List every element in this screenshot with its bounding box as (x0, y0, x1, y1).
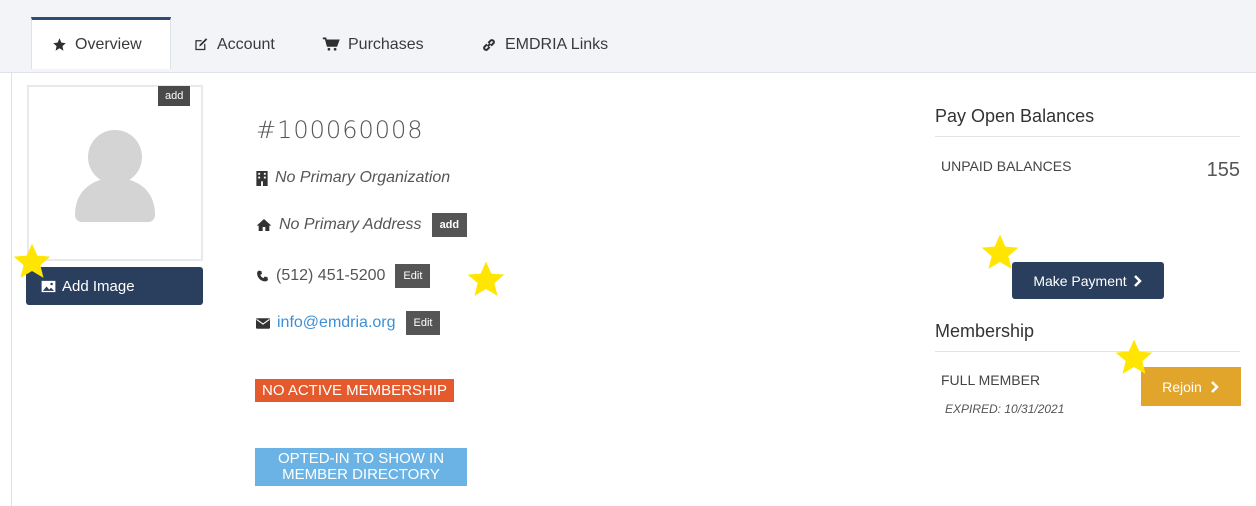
highlight-star-icon (467, 261, 505, 296)
rejoin-button[interactable]: Rejoin (1141, 367, 1241, 406)
content-border (11, 72, 12, 506)
edit-icon (195, 38, 208, 51)
unpaid-balances-value: 155 (1206, 159, 1240, 181)
envelope-icon (256, 317, 270, 329)
cart-icon (322, 37, 340, 51)
home-icon (256, 219, 272, 231)
pay-balances-title: Pay Open Balances (935, 106, 1095, 126)
divider (935, 136, 1240, 137)
phone-line: (512) 451-5200 Edit (256, 264, 431, 288)
phone-edit-button[interactable]: Edit (395, 264, 431, 288)
address-text: No Primary Address (279, 216, 422, 233)
tab-label: Account (217, 35, 275, 53)
chevron-right-icon (1133, 274, 1142, 287)
profile-photo (27, 85, 203, 261)
email-edit-button[interactable]: Edit (405, 311, 441, 335)
make-payment-label: Make Payment (1033, 272, 1127, 289)
highlight-star-icon (981, 234, 1019, 269)
tab-overview[interactable]: Overview (31, 17, 171, 69)
directory-badge-line1: OPTED-IN TO SHOW IN (277, 450, 445, 467)
organization-line: No Primary Organization (256, 169, 450, 187)
directory-optin-badge: OPTED-IN TO SHOW IN MEMBER DIRECTORY (255, 448, 467, 486)
organization-text: No Primary Organization (275, 169, 451, 186)
address-add-button[interactable]: add (431, 213, 468, 237)
add-image-label: Add Image (62, 277, 135, 295)
membership-status-badge: NO ACTIVE MEMBERSHIP (255, 379, 455, 402)
membership-expired: EXPIRED: 10/31/2021 (945, 402, 1065, 416)
star-icon (53, 38, 66, 51)
avatar-placeholder-icon (75, 130, 155, 222)
tab-account[interactable]: Account (193, 18, 275, 71)
directory-badge-line2: MEMBER DIRECTORY (282, 466, 440, 483)
email-link[interactable]: info@emdria.org (277, 314, 396, 332)
membership-title: Membership (935, 321, 1035, 341)
chevron-right-icon (1210, 380, 1219, 393)
make-payment-button[interactable]: Make Payment (1012, 262, 1164, 299)
tab-label: Overview (75, 35, 142, 53)
highlight-star-icon (13, 243, 51, 278)
tab-emdria-links[interactable]: EMDRIA Links (481, 18, 608, 71)
tab-label: Purchases (348, 35, 424, 53)
link-icon (483, 38, 495, 51)
highlight-star-icon (1115, 339, 1153, 374)
photo-add-button[interactable]: add (158, 86, 191, 106)
email-line: info@emdria.org Edit (256, 311, 441, 335)
unpaid-balances-label: UNPAID BALANCES (941, 158, 1072, 174)
rejoin-label: Rejoin (1162, 378, 1202, 395)
tab-label: EMDRIA Links (505, 35, 609, 53)
membership-type: FULL MEMBER (941, 372, 1041, 388)
divider (935, 351, 1240, 352)
phone-text: (512) 451-5200 (276, 267, 386, 284)
add-image-button[interactable]: Add Image (26, 267, 203, 305)
address-line: No Primary Address add (256, 213, 468, 237)
tab-bar: Overview Account Purchases EMDRIA Links (0, 0, 1256, 73)
tab-purchases[interactable]: Purchases (322, 18, 424, 71)
building-icon (256, 170, 268, 186)
member-id: #100060008 (256, 116, 424, 144)
phone-icon (257, 270, 268, 282)
